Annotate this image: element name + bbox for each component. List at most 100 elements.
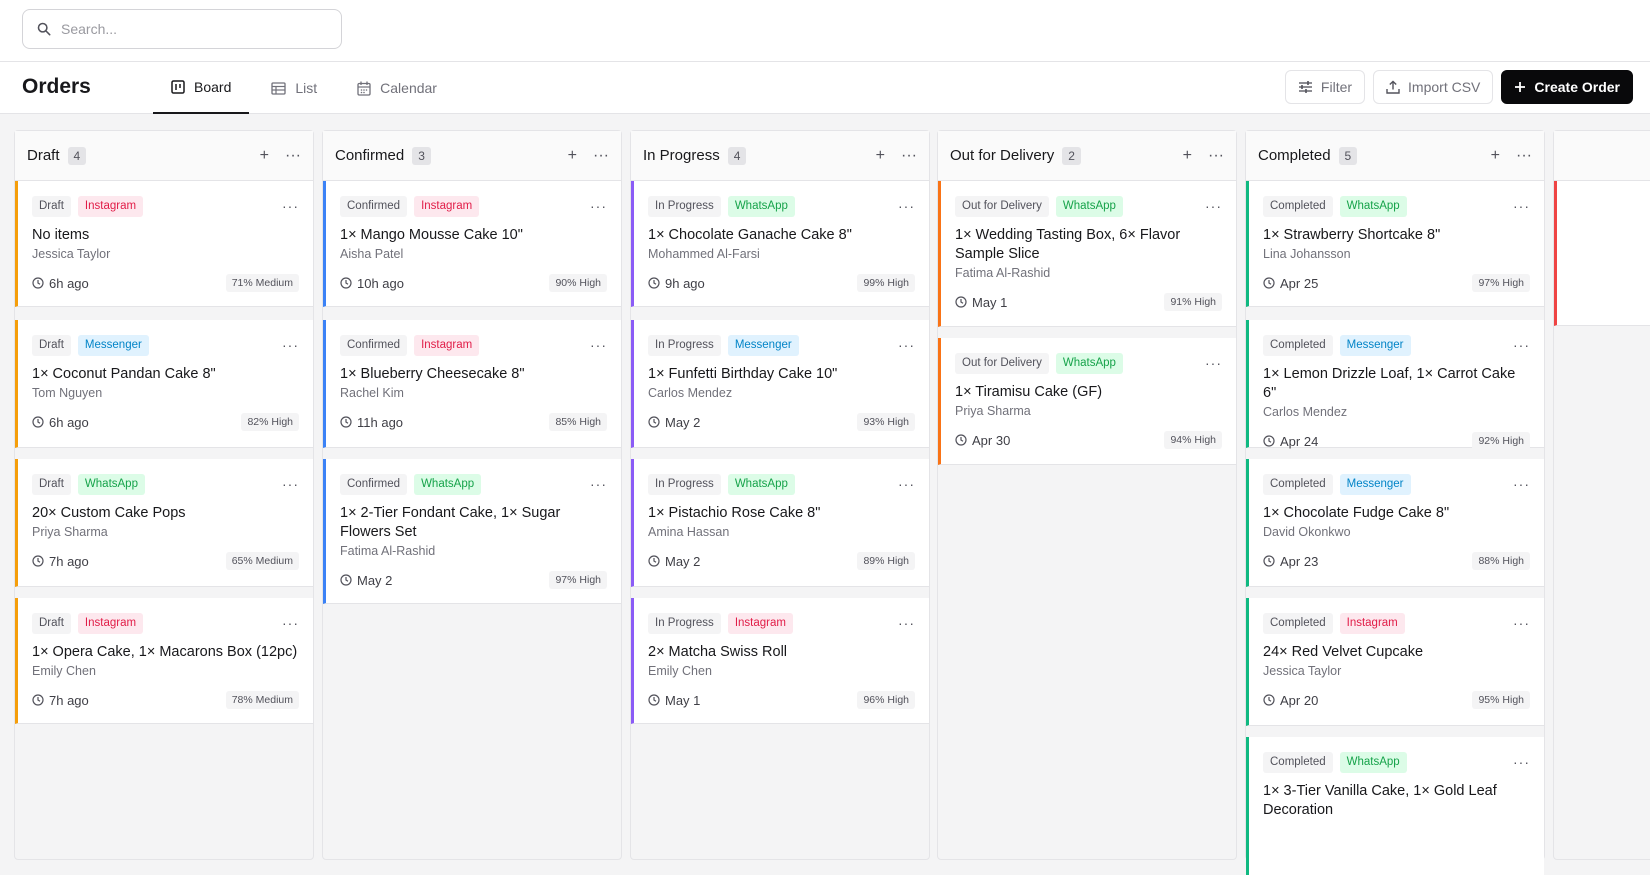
order-card[interactable]: Completed WhatsApp ··· 1× Strawberry Shortc… — [1246, 181, 1544, 307]
create-order-button[interactable]: Create Order — [1501, 70, 1633, 104]
card-more-icon[interactable]: ··· — [282, 337, 299, 353]
clock-icon — [32, 555, 44, 567]
filter-button[interactable]: Filter — [1284, 70, 1366, 104]
source-badge: Messenger — [77, 334, 149, 356]
order-card[interactable]: Confirmed WhatsApp ··· 1× 2-Tier Fondant Ca… — [323, 459, 621, 604]
tab-board[interactable]: Board — [153, 62, 250, 114]
clock-icon — [1263, 694, 1275, 706]
more-icon[interactable]: ··· — [593, 147, 609, 165]
score-badge: 89% High — [857, 552, 915, 570]
card-more-icon[interactable]: ··· — [590, 198, 607, 214]
card-title: 20× Custom Cake Pops — [32, 505, 186, 521]
card-badges: Draft Messenger ··· — [32, 334, 299, 356]
more-icon[interactable]: ··· — [901, 147, 917, 165]
order-card[interactable]: Draft WhatsApp ··· 20× Custom Cake Pops Priy… — [15, 459, 313, 587]
source-badge: Instagram — [414, 334, 480, 356]
more-icon[interactable]: ··· — [1516, 147, 1532, 165]
kanban-board: Draft 4 + ··· Draft Instagram ··· No items Jessi… — [14, 130, 1650, 875]
import-csv-button[interactable]: Import CSV — [1373, 70, 1494, 104]
card-time: May 2 — [648, 415, 700, 430]
card-badges: Completed WhatsApp ··· — [1263, 195, 1530, 217]
add-card-icon[interactable]: + — [568, 147, 577, 165]
order-card[interactable] — [1554, 181, 1650, 326]
order-card[interactable]: Draft Instagram ··· 1× Opera Cake, 1× Macar… — [15, 598, 313, 724]
customer-name: Jessica Taylor — [32, 247, 111, 261]
card-more-icon[interactable]: ··· — [1513, 198, 1530, 214]
card-footer: Apr 30 94% High — [955, 430, 1222, 450]
card-footer: 10h ago 90% High — [340, 273, 607, 293]
order-card[interactable]: Confirmed Instagram ··· 1× Mango Mousse Cak… — [323, 181, 621, 307]
card-more-icon[interactable]: ··· — [1513, 615, 1530, 631]
time-text: May 2 — [665, 553, 701, 569]
card-more-icon[interactable]: ··· — [1513, 754, 1530, 770]
tab-board-label: Board — [194, 79, 232, 95]
card-more-icon[interactable]: ··· — [590, 337, 607, 353]
add-card-icon[interactable]: + — [876, 147, 885, 165]
card-more-icon[interactable]: ··· — [590, 476, 607, 492]
more-icon[interactable]: ··· — [1208, 147, 1224, 165]
order-card[interactable]: Draft Instagram ··· No items Jessica Taylor 6… — [15, 181, 313, 307]
view-tabs: Board List Calendar — [153, 62, 459, 114]
clock-icon — [1263, 435, 1275, 447]
order-card[interactable]: In Progress Instagram ··· 2× Matcha Swiss R… — [631, 598, 929, 724]
card-title: 2× Matcha Swiss Roll — [648, 644, 788, 660]
tab-calendar-label: Calendar — [380, 80, 437, 96]
column-title: Completed — [1258, 147, 1331, 164]
customer-name: Priya Sharma — [32, 525, 108, 539]
card-more-icon[interactable]: ··· — [898, 337, 915, 353]
order-card[interactable]: In Progress WhatsApp ··· 1× Pistachio Rose … — [631, 459, 929, 587]
order-card[interactable]: Draft Messenger ··· 1× Coconut Pandan Cake … — [15, 320, 313, 448]
card-badges: Out for Delivery WhatsApp ··· — [955, 195, 1222, 217]
card-more-icon[interactable]: ··· — [282, 476, 299, 492]
order-card[interactable]: In Progress Messenger ··· 1× Funfetti Birth… — [631, 320, 929, 448]
column-title: Out for Delivery — [950, 147, 1055, 164]
more-icon[interactable]: ··· — [285, 147, 301, 165]
card-more-icon[interactable]: ··· — [898, 476, 915, 492]
status-badge: In Progress — [648, 612, 721, 634]
card-time: May 2 — [340, 573, 392, 588]
card-title: 24× Red Velvet Cupcake — [1263, 644, 1424, 660]
card-time: 6h ago — [32, 276, 89, 291]
card-more-icon[interactable]: ··· — [898, 198, 915, 214]
add-card-icon[interactable]: + — [1491, 147, 1500, 165]
source-badge: Instagram — [1339, 612, 1405, 634]
card-badges — [1571, 195, 1650, 217]
time-text: May 1 — [972, 294, 1008, 310]
order-card[interactable]: Completed Instagram ··· 24× Red Velvet Cupc… — [1246, 598, 1544, 726]
card-title: 1× 3-Tier Vanilla Cake, 1× Gold Leaf Dec… — [1263, 783, 1497, 818]
search-input[interactable] — [61, 21, 321, 37]
source-badge: WhatsApp — [1339, 751, 1407, 773]
order-card[interactable]: In Progress WhatsApp ··· 1× Chocolate Ganac… — [631, 181, 929, 307]
clock-icon — [340, 277, 352, 289]
search-box[interactable] — [22, 9, 342, 49]
column-header: Confirmed 3 + ··· — [323, 131, 621, 181]
order-card[interactable]: Completed Messenger ··· 1× Lemon Drizzle Lo… — [1246, 320, 1544, 450]
add-card-icon[interactable]: + — [1183, 147, 1192, 165]
time-text: Apr 23 — [1280, 553, 1319, 569]
card-badges: Draft WhatsApp ··· — [32, 473, 299, 495]
order-card[interactable]: Completed WhatsApp ··· 1× 3-Tier Vanilla Ca… — [1246, 737, 1544, 875]
card-more-icon[interactable]: ··· — [1205, 198, 1222, 214]
card-more-icon[interactable]: ··· — [1513, 476, 1530, 492]
calendar-icon — [357, 81, 371, 96]
column-actions: + ··· — [876, 147, 917, 165]
card-title: 1× Tiramisu Cake (GF) — [955, 384, 1103, 400]
card-more-icon[interactable]: ··· — [282, 198, 299, 214]
order-card[interactable]: Completed Messenger ··· 1× Chocolate Fudge … — [1246, 459, 1544, 587]
order-card[interactable]: Out for Delivery WhatsApp ··· 1× Wedding Ta… — [938, 181, 1236, 327]
order-card[interactable]: Confirmed Instagram ··· 1× Blueberry Cheese… — [323, 320, 621, 448]
tab-calendar[interactable]: Calendar — [339, 62, 455, 114]
card-more-icon[interactable]: ··· — [1205, 355, 1222, 371]
time-text: 10h ago — [357, 275, 404, 291]
order-card[interactable]: Out for Delivery WhatsApp ··· 1× Tiramisu C… — [938, 338, 1236, 465]
source-badge: Messenger — [1339, 473, 1411, 495]
card-badges: Completed Messenger ··· — [1263, 334, 1530, 356]
customer-name: Priya Sharma — [955, 404, 1031, 418]
tab-list[interactable]: List — [253, 62, 335, 114]
card-more-icon[interactable]: ··· — [898, 615, 915, 631]
card-more-icon[interactable]: ··· — [1513, 337, 1530, 353]
card-more-icon[interactable]: ··· — [282, 615, 299, 631]
card-time: 9h ago — [648, 276, 705, 291]
add-card-icon[interactable]: + — [260, 147, 269, 165]
clock-icon — [648, 694, 660, 706]
